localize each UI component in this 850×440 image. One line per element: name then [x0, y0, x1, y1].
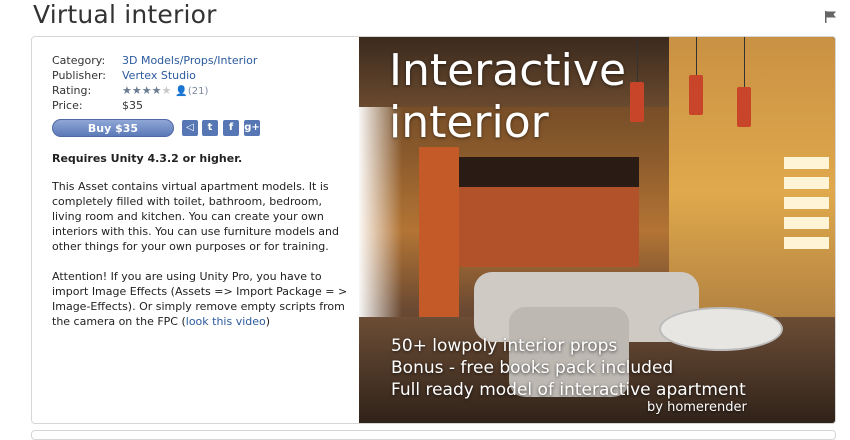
attention-paragraph: Attention! If you are using Unity Pro, y… — [52, 269, 352, 329]
star-icon: ★ — [151, 84, 162, 97]
publisher-row: Publisher: Vertex Studio — [52, 68, 352, 83]
kitchen-cabinets — [459, 187, 639, 267]
hero-title-line2: interior — [389, 97, 549, 148]
twitter-icon[interactable]: t — [202, 120, 218, 136]
category-link[interactable]: 3D Models/Props/Interior — [122, 54, 257, 67]
star-icon: ★ — [122, 84, 132, 97]
hero-feature: 50+ lowpoly interior props — [391, 336, 618, 356]
rating-label: Rating: — [52, 84, 92, 97]
star-icon: ★ — [141, 84, 152, 97]
publisher-link[interactable]: Vertex Studio — [122, 69, 196, 82]
hero-feature: Full ready model of interactive apartmen… — [391, 380, 746, 400]
category-row: Category: 3D Models/Props/Interior — [52, 53, 352, 68]
light-strip — [784, 217, 829, 229]
lamp-wire — [637, 37, 638, 82]
hero-title: Interactive interior — [389, 45, 626, 149]
asset-info: Category: 3D Models/Props/Interior Publis… — [52, 53, 352, 344]
next-card — [31, 430, 836, 440]
light-strip — [784, 197, 829, 209]
buy-row: Buy $35 ◁ t f g+ — [52, 119, 352, 139]
share-icon[interactable]: ◁ — [182, 120, 198, 136]
star-empty-icon: ★ — [161, 84, 172, 97]
hero-title-line1: Interactive — [389, 45, 627, 96]
light-strip — [784, 177, 829, 189]
video-link[interactable]: look this video — [186, 315, 266, 328]
pillar — [419, 147, 459, 317]
buy-button[interactable]: Buy $35 — [52, 119, 174, 137]
price-value: $35 — [122, 99, 143, 112]
description-paragraph: This Asset contains virtual apartment mo… — [52, 180, 339, 253]
price-label: Price: — [52, 99, 83, 112]
lamp-wire — [696, 37, 697, 75]
lamp-wire — [744, 37, 745, 87]
light-strip — [784, 157, 829, 169]
hero-feature: Bonus - free books pack included — [391, 358, 674, 378]
publisher-label: Publisher: — [52, 69, 107, 82]
upper-cabinets — [459, 157, 639, 187]
rating-count[interactable]: 👤(21) — [175, 86, 208, 97]
google-plus-icon[interactable]: g+ — [244, 120, 260, 136]
price-row: Price: $35 — [52, 98, 352, 113]
hero-features: 50+ lowpoly interior props Bonus - free … — [391, 335, 746, 401]
pendant-lamp — [630, 82, 644, 122]
category-label: Category: — [52, 54, 106, 67]
description: This Asset contains virtual apartment mo… — [52, 179, 352, 329]
page-title: Virtual interior — [33, 0, 217, 29]
rating-row: Rating: ★★★★★ 👤(21) — [52, 83, 352, 98]
attention-end: ) — [265, 315, 271, 328]
pendant-lamp — [737, 87, 751, 127]
light-strip — [784, 237, 829, 249]
user-icon: 👤 — [175, 86, 188, 97]
facebook-icon[interactable]: f — [223, 120, 239, 136]
rating-stars: ★★★★★ — [122, 84, 171, 97]
requirements-text: Requires Unity 4.3.2 or higher. — [52, 152, 243, 165]
asset-card: Category: 3D Models/Props/Interior Publis… — [31, 36, 836, 424]
hero-image[interactable]: Interactive interior 50+ lowpoly interior… — [359, 37, 835, 423]
hero-credit: by homerender — [647, 400, 747, 415]
star-icon: ★ — [131, 84, 142, 97]
rating-count-text: (21) — [187, 86, 209, 97]
flag-icon[interactable] — [824, 10, 838, 24]
pendant-lamp — [689, 75, 703, 115]
